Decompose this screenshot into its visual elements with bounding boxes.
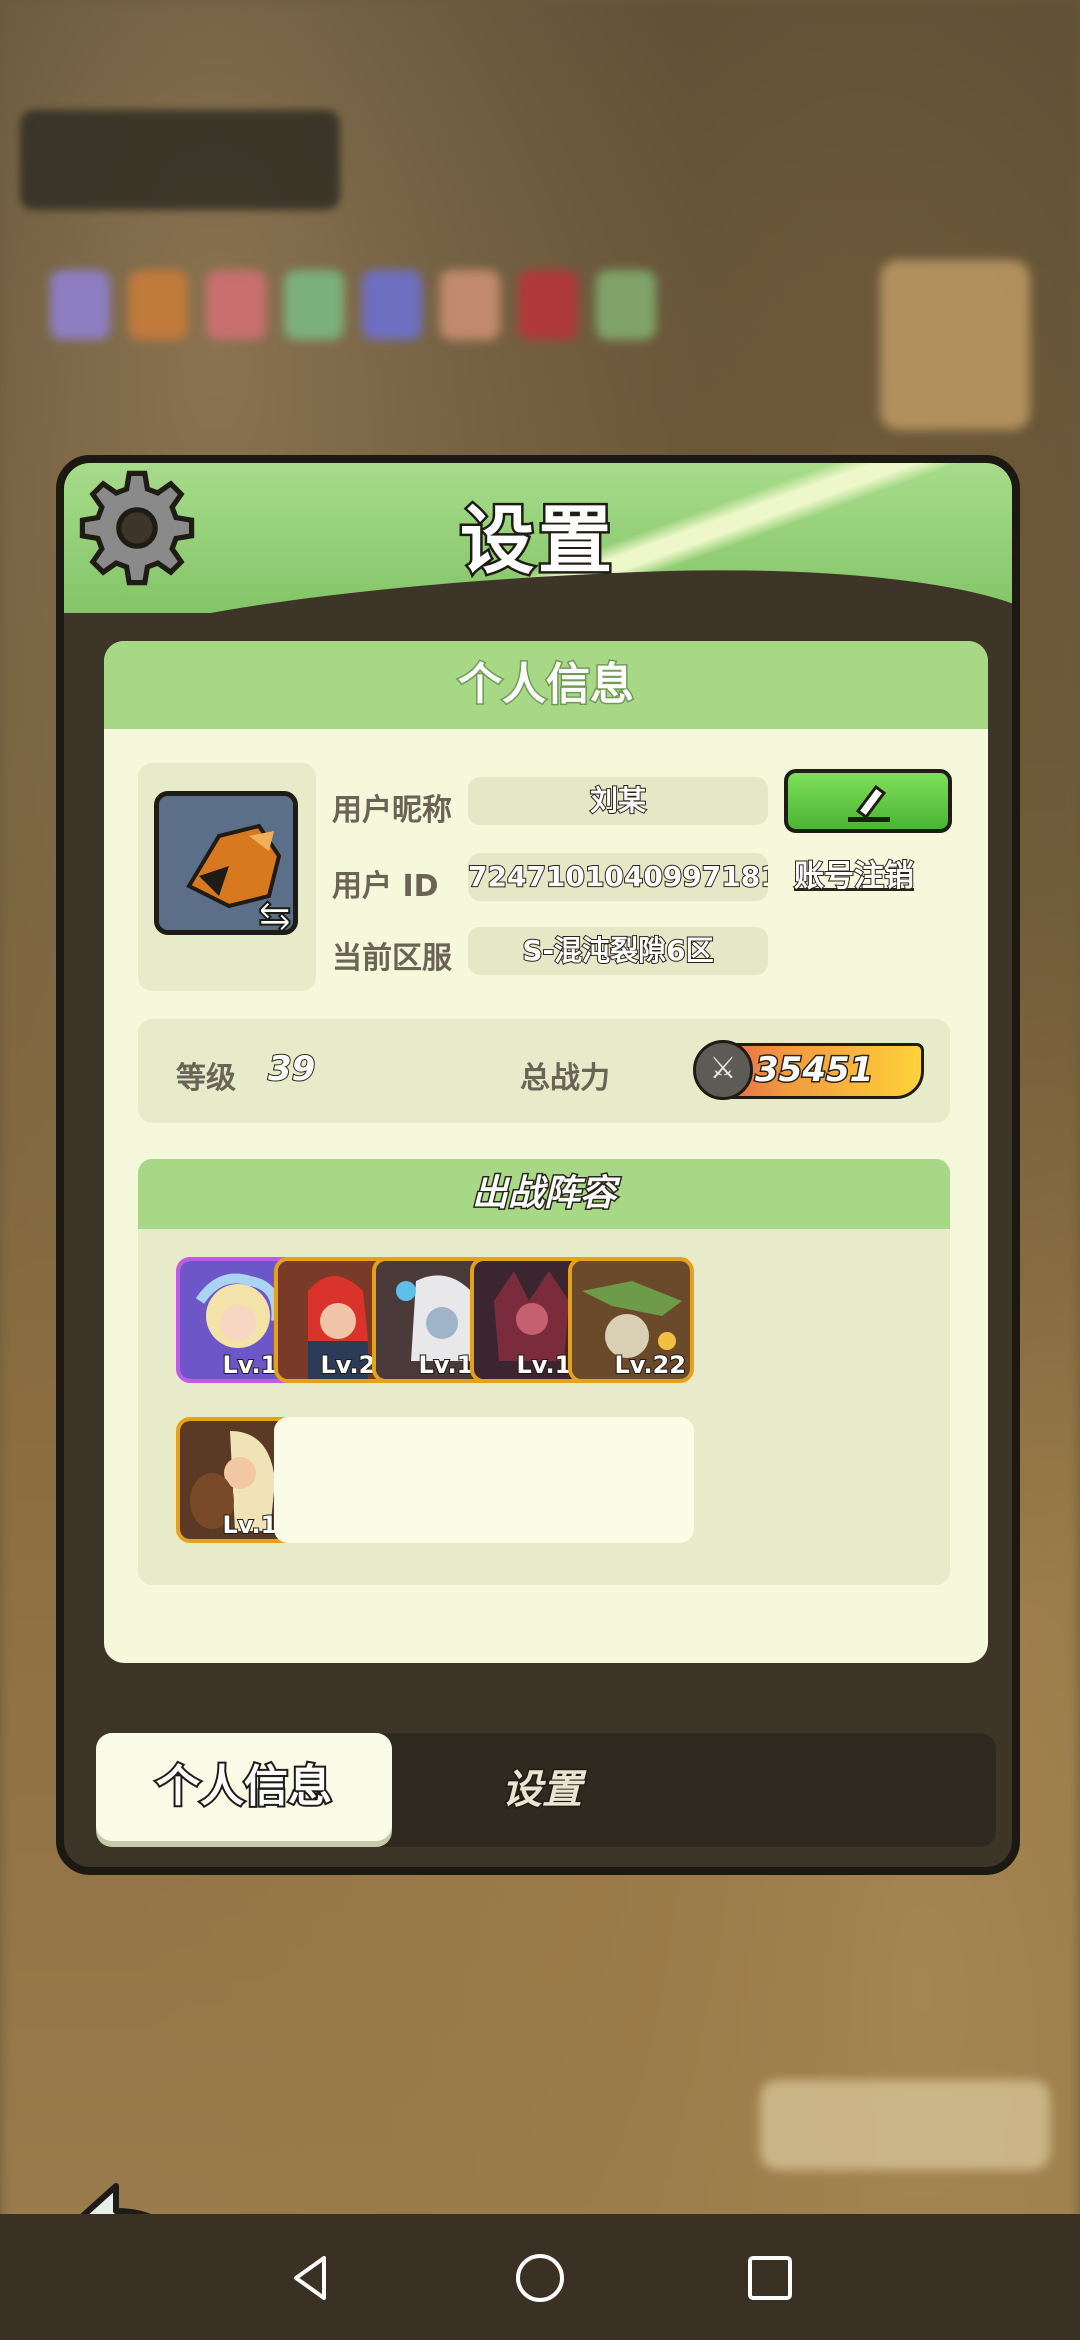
server-value: S-混沌裂隙6区 [468,927,768,975]
level-label: 等级 [176,1061,236,1096]
tab-personal-info[interactable]: 个人信息 [96,1733,392,1841]
avatar-box: ⇆ [138,763,316,991]
nav-back-icon[interactable] [284,2252,336,2304]
account-logout-link[interactable]: 账号注销 [793,851,915,895]
settings-panel: 设置 个人信息 ⇆ 用户昵称 刘某 用户 ID 7247101040997181… [56,455,1020,1875]
nav-home-icon[interactable] [514,2252,566,2304]
chest-blob [760,2080,1050,2170]
stats-row: 等级 39 总战力 ⚔ 35451 [138,1019,950,1123]
nav-recents-icon[interactable] [744,2252,796,2304]
hero-strip-blurred [50,270,700,360]
edit-nickname-button[interactable] [784,769,952,833]
personal-info-heading: 个人信息 [104,641,988,729]
power-badge: ⚔ 35451 [693,1040,924,1100]
map-blob [880,260,1030,430]
pencil-icon [848,784,890,822]
crossed-swords-icon: ⚔ [693,1040,753,1100]
nickname-label: 用户昵称 [332,793,452,828]
battle-lineup: 出战阵容 Lv.19 Lv.28 Lv.19 Lv.19 Lv.22 Lv.10 [138,1159,950,1585]
level-value: 39 [267,1048,316,1090]
hero-level: Lv.22 [614,1350,687,1379]
empty-slot[interactable] [568,1417,694,1543]
power-label: 总战力 [520,1061,610,1096]
user-id-label: 用户 ID [332,869,439,904]
player-bar-blurred [20,110,340,210]
hero-slot-5[interactable]: Lv.22 [568,1257,694,1383]
panel-title: 设置 [458,496,616,587]
power-value: 35451 [753,1049,874,1092]
system-nav-bar [0,2214,1080,2340]
tab-bar: 个人信息 设置 [96,1733,996,1847]
personal-info-card: 个人信息 ⇆ 用户昵称 刘某 用户 ID 72471010409971813 账… [104,641,988,1663]
swap-avatar-icon[interactable]: ⇆ [257,892,292,940]
tab-settings[interactable]: 设置 [392,1733,692,1847]
user-id-value: 72471010409971813 [468,853,768,901]
nickname-value: 刘某 [468,777,768,825]
lineup-heading: 出战阵容 [138,1159,950,1229]
server-label: 当前区服 [332,941,452,976]
